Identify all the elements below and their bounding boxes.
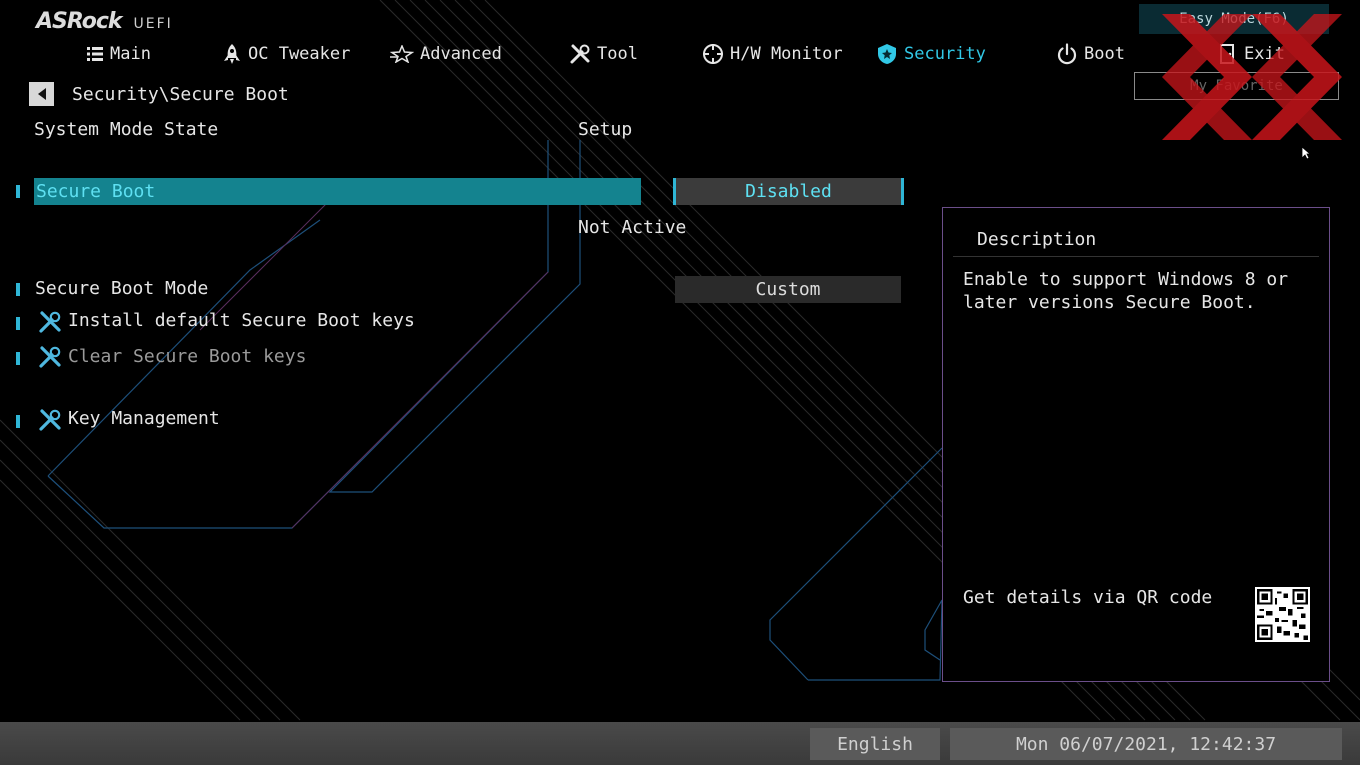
back-button[interactable]: [29, 82, 54, 106]
install-default-keys-item[interactable]: Install default Secure Boot keys: [68, 310, 415, 331]
nav-tab-security[interactable]: Security: [876, 42, 986, 66]
secure-boot-status: Not Active: [578, 217, 687, 238]
nav-tab-boot[interactable]: Boot: [1056, 42, 1125, 66]
list-icon: [87, 47, 103, 61]
clear-keys-item[interactable]: Clear Secure Boot keys: [68, 346, 306, 367]
back-arrow-icon: [37, 88, 46, 100]
product-name: UEFI: [133, 16, 173, 32]
item-marker: [16, 415, 20, 428]
exit-door-icon: [1220, 44, 1234, 64]
language-button[interactable]: English: [810, 728, 940, 760]
breadcrumb: Security\Secure Boot: [72, 84, 289, 105]
nav-tab-hw-monitor[interactable]: H/W Monitor: [702, 42, 843, 66]
secure-boot-row[interactable]: Secure Boot: [34, 178, 641, 205]
easy-mode-button[interactable]: Easy Mode(F6): [1139, 4, 1329, 34]
item-marker: [16, 352, 20, 365]
item-marker: [16, 317, 20, 330]
star-icon: [390, 45, 414, 63]
nav-tab-tool[interactable]: Tool: [569, 42, 638, 66]
item-marker: [16, 283, 20, 296]
tools-icon: [39, 311, 61, 333]
key-management-item[interactable]: Key Management: [68, 408, 220, 429]
tools-icon: [570, 44, 590, 64]
nav-tab-advanced[interactable]: Advanced: [390, 42, 502, 66]
tools-icon: [39, 409, 61, 431]
mouse-cursor-icon: [1301, 146, 1311, 160]
nav-tab-main[interactable]: Main: [86, 42, 151, 66]
nav-tab-exit[interactable]: Exit: [1218, 42, 1285, 66]
nav-tab-label: Exit: [1244, 44, 1285, 64]
date-time-display: Mon 06/07/2021, 12:42:37: [950, 728, 1342, 760]
nav-tab-oc-tweaker[interactable]: OC Tweaker: [222, 42, 350, 66]
nav-tab-label: Main: [110, 44, 151, 64]
description-divider: [953, 256, 1319, 257]
qr-code-label: Get details via QR code: [963, 587, 1213, 608]
brand-name: ASRock: [36, 9, 123, 34]
description-title: Description: [977, 229, 1097, 250]
power-icon: [1057, 43, 1077, 65]
crosshair-icon: [703, 44, 723, 64]
nav-tab-label: Boot: [1084, 44, 1125, 64]
nav-tab-label: Security: [904, 44, 986, 64]
system-mode-state-value: Setup: [578, 119, 633, 140]
nav-tab-label: OC Tweaker: [248, 44, 351, 64]
nav-tab-label: Advanced: [420, 44, 502, 64]
tools-icon: [39, 346, 61, 368]
description-text: Enable to support Windows 8 or later ver…: [963, 269, 1289, 313]
qr-code-image: [1255, 587, 1310, 642]
secure-boot-value-selector[interactable]: Disabled: [673, 178, 904, 205]
nav-tab-label: H/W Monitor: [730, 44, 843, 64]
my-favorite-button[interactable]: My Favorite: [1134, 72, 1339, 100]
system-mode-state-label: System Mode State: [34, 119, 219, 140]
item-marker: [16, 185, 20, 198]
asrock-logo: ASRock UEFI: [36, 8, 173, 34]
secure-boot-mode-label[interactable]: Secure Boot Mode: [35, 278, 208, 299]
secure-boot-mode-selector[interactable]: Custom: [675, 276, 901, 303]
rocket-icon: [224, 44, 240, 64]
nav-tab-label: Tool: [597, 44, 638, 64]
shield-icon: [878, 44, 896, 64]
